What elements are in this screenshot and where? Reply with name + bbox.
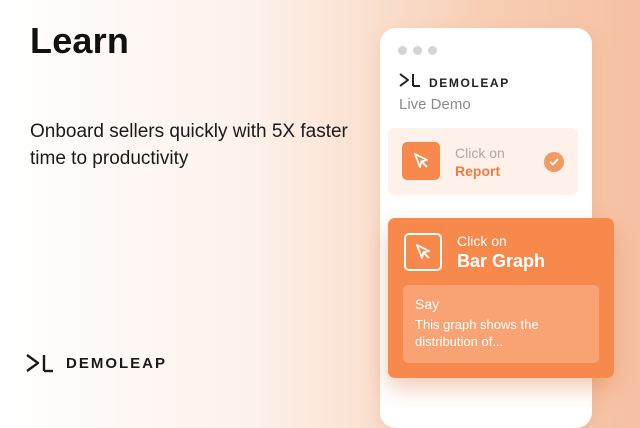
brand-logo: DEMOLEAP [24,352,167,374]
step-card-report[interactable]: Click on Report [388,128,578,195]
say-text: This graph shows the distribution of... [415,317,539,349]
cursor-click-icon [404,233,442,271]
panel-brand: DEMOLEAP [398,72,510,93]
window-dot-icon [398,46,407,55]
tooltip-instruction: Click on [457,233,507,249]
step-target: Report [455,163,501,179]
window-dot-icon [428,46,437,55]
tooltip-target: Bar Graph [457,251,546,271]
demoleap-logo-icon [24,352,56,374]
say-label: Say [415,296,440,312]
brand-name: DEMOLEAP [66,354,168,372]
panel-subtitle: Live Demo [399,96,471,113]
window-dots [398,46,443,55]
step-instruction: Click on [455,145,505,161]
cursor-click-icon [402,142,440,180]
check-icon [544,152,564,172]
page-title: Learn [30,20,130,61]
demoleap-logo-icon [398,72,422,93]
page-subtitle: Onboard sellers quickly with 5X faster t… [30,121,348,169]
window-dot-icon [413,46,422,55]
panel-brand-name: DEMOLEAP [429,75,510,90]
guide-tooltip-card[interactable]: Click on Bar Graph Say This graph shows … [388,218,614,378]
say-script-box: Say This graph shows the distribution of… [403,285,599,363]
